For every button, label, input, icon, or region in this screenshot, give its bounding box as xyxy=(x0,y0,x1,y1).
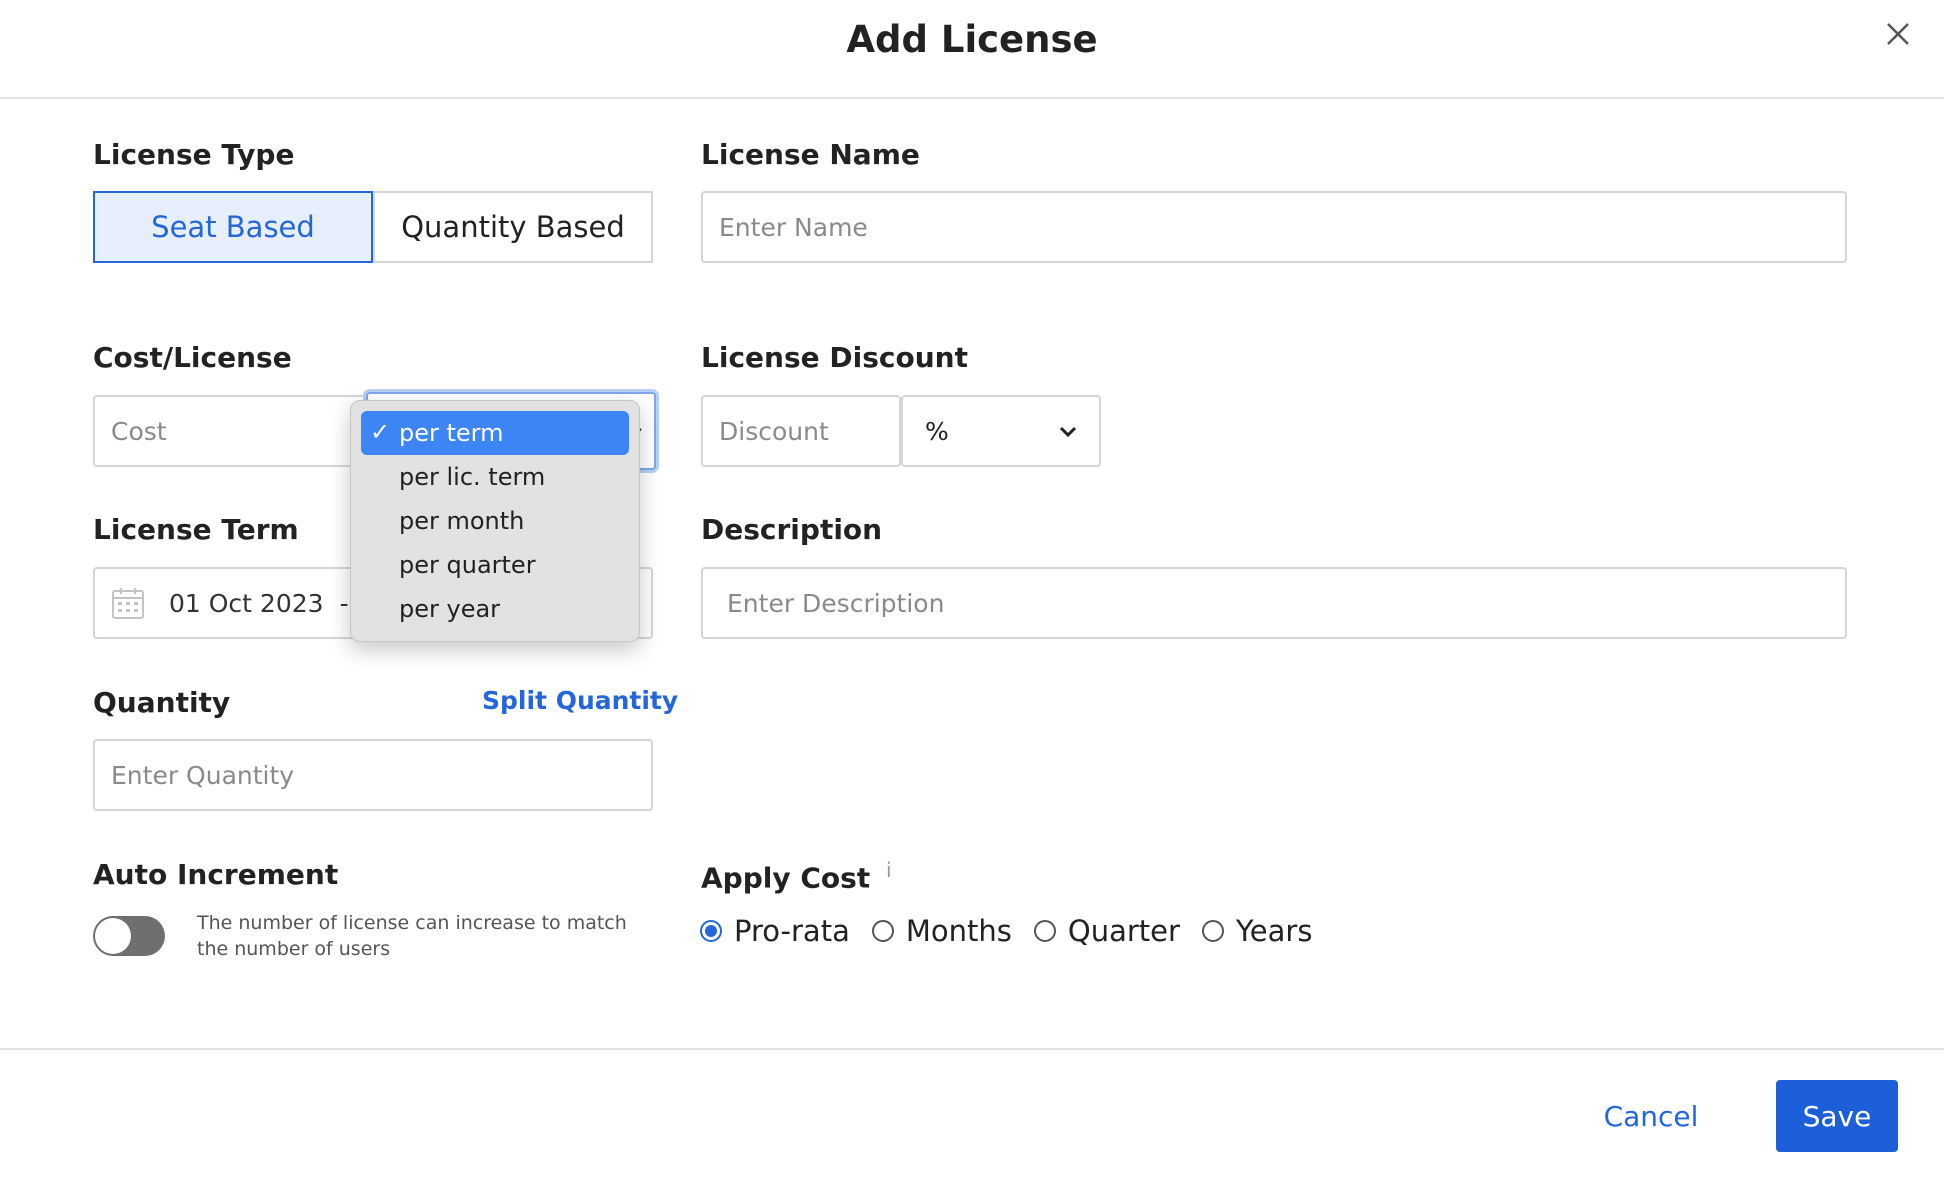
toggle-knob xyxy=(95,918,131,954)
license-term-label: License Term xyxy=(93,513,299,546)
dialog-header: Add License xyxy=(0,0,1944,99)
dropdown-option-per-quarter[interactable]: per quarter xyxy=(361,543,629,587)
dropdown-option-label: per lic. term xyxy=(399,463,546,491)
discount-unit-value: % xyxy=(925,416,949,446)
apply-cost-label: Apply Cost i xyxy=(701,858,892,894)
dialog-title: Add License xyxy=(846,18,1098,61)
license-discount-label: License Discount xyxy=(701,341,968,374)
radio-label: Months xyxy=(905,914,1012,948)
close-icon[interactable] xyxy=(1880,16,1916,52)
quantity-based-option[interactable]: Quantity Based xyxy=(373,191,653,263)
radio-months[interactable]: Months xyxy=(871,914,1012,948)
license-type-label: License Type xyxy=(93,138,295,171)
dropdown-option-label: per term xyxy=(399,419,504,447)
quantity-input[interactable] xyxy=(93,739,653,811)
dropdown-option-per-year[interactable]: per year xyxy=(361,587,629,631)
split-quantity-link[interactable]: Split Quantity xyxy=(482,686,678,715)
apply-cost-options: Pro-rata Months Quarter Years xyxy=(700,914,1334,948)
seat-based-option[interactable]: Seat Based xyxy=(93,191,373,263)
radio-label: Quarter xyxy=(1067,914,1180,948)
license-name-label: License Name xyxy=(701,138,920,171)
discount-input[interactable] xyxy=(701,395,901,467)
cost-license-label: Cost/License xyxy=(93,341,292,374)
quantity-label: Quantity xyxy=(93,686,231,719)
radio-button[interactable] xyxy=(871,920,894,942)
license-name-input[interactable] xyxy=(701,191,1847,263)
dropdown-option-per-month[interactable]: per month xyxy=(361,499,629,543)
dropdown-option-label: per quarter xyxy=(399,551,536,579)
chevron-down-icon xyxy=(1059,426,1077,438)
radio-pro-rata[interactable]: Pro-rata xyxy=(700,914,850,948)
info-icon[interactable]: i xyxy=(886,858,892,882)
calendar-icon xyxy=(112,588,144,619)
term-separator: - xyxy=(339,588,349,618)
discount-unit-select[interactable]: % xyxy=(901,395,1101,467)
radio-quarter[interactable]: Quarter xyxy=(1033,914,1180,948)
radio-button[interactable] xyxy=(1033,920,1056,942)
radio-label: Years xyxy=(1235,914,1313,948)
save-button[interactable]: Save xyxy=(1776,1080,1898,1152)
radio-button[interactable] xyxy=(1201,920,1224,942)
cost-input[interactable] xyxy=(93,395,373,467)
cancel-button[interactable]: Cancel xyxy=(1580,1080,1722,1152)
cost-period-dropdown: ✓ per term per lic. term per month per q… xyxy=(350,400,640,642)
add-license-dialog: Add License License Type Seat Based Quan… xyxy=(0,0,1944,1182)
description-input[interactable] xyxy=(701,567,1847,639)
description-label: Description xyxy=(701,513,883,546)
auto-increment-help: The number of license can increase to ma… xyxy=(197,912,627,960)
apply-cost-text: Apply Cost xyxy=(701,861,871,895)
footer-divider xyxy=(0,1048,1944,1050)
radio-years[interactable]: Years xyxy=(1201,914,1313,948)
auto-increment-label: Auto Increment xyxy=(93,858,339,891)
dropdown-option-label: per year xyxy=(399,595,501,623)
auto-increment-toggle[interactable] xyxy=(93,916,165,956)
dropdown-option-per-term[interactable]: ✓ per term xyxy=(361,411,629,455)
term-start-date: 01 Oct 2023 xyxy=(169,588,324,618)
radio-label: Pro-rata xyxy=(734,914,850,948)
radio-button[interactable] xyxy=(700,920,722,942)
dropdown-option-label: per month xyxy=(399,507,525,535)
checkmark-icon: ✓ xyxy=(370,418,391,446)
dropdown-option-per-lic-term[interactable]: per lic. term xyxy=(361,455,629,499)
